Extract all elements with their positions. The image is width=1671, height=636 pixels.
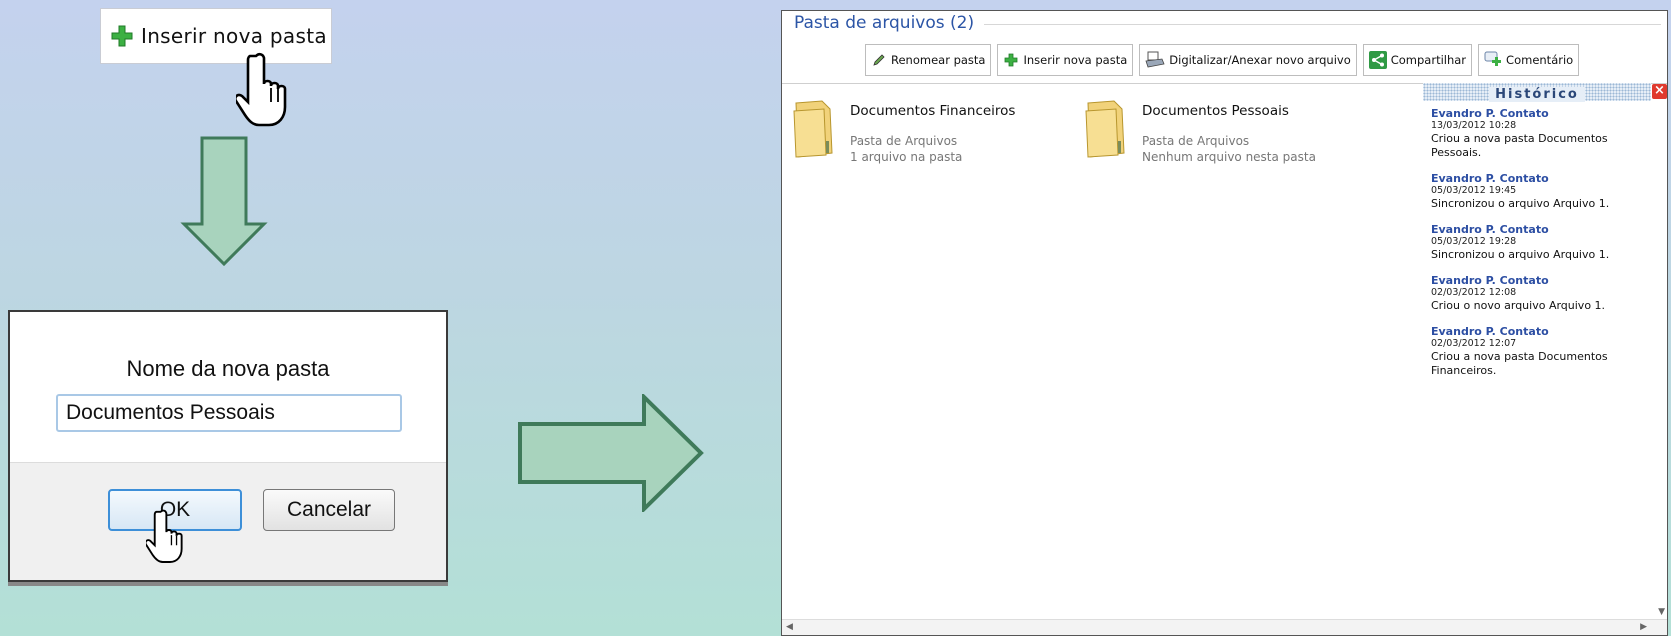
history-entry: Evandro P. Contato 02/03/2012 12:07 Crio… — [1431, 325, 1651, 378]
history-text: Sincronizou o arquivo Arquivo 1. — [1431, 197, 1610, 210]
scanner-icon — [1145, 51, 1165, 68]
folder-type: Pasta de Arquivos — [850, 134, 958, 148]
history-text: Criou a nova pasta Documentos Financeiro… — [1431, 350, 1608, 377]
pencil-icon — [873, 54, 885, 66]
toolbar-label: Comentário — [1506, 53, 1574, 67]
share-button[interactable]: Compartilhar — [1362, 44, 1473, 76]
cancel-button[interactable]: Cancelar — [263, 489, 395, 531]
folder-count: Nenhum arquivo nesta pasta — [1142, 150, 1316, 164]
folder-icon — [1085, 100, 1125, 158]
history-user[interactable]: Evandro P. Contato — [1431, 107, 1651, 120]
folder-name-input[interactable] — [56, 394, 402, 432]
folder-item[interactable]: Documentos Financeiros Pasta de Arquivos… — [792, 99, 1015, 165]
dialog-title: Nome da nova pasta — [126, 356, 330, 381]
history-text: Criou a nova pasta Documentos Pessoais. — [1431, 132, 1608, 159]
history-date: 05/03/2012 19:45 — [1431, 185, 1517, 196]
history-list: Evandro P. Contato 13/03/2012 10:28 Crio… — [1423, 101, 1651, 378]
history-entry: Evandro P. Contato 05/03/2012 19:45 Sinc… — [1431, 172, 1651, 211]
comment-icon — [1484, 51, 1502, 66]
folder-item[interactable]: Documentos Pessoais Pasta de Arquivos Ne… — [1084, 99, 1316, 165]
history-date: 02/03/2012 12:08 — [1431, 287, 1517, 298]
history-text: Sincronizou o arquivo Arquivo 1. — [1431, 248, 1610, 261]
hand-cursor-icon — [146, 508, 194, 568]
scroll-down-arrow-icon[interactable]: ▼ — [1658, 607, 1665, 617]
folder-icon — [793, 100, 833, 158]
toolbar-label: Digitalizar/Anexar novo arquivo — [1169, 53, 1351, 67]
plus-icon — [1005, 53, 1018, 67]
rename-folder-button[interactable]: Renomear pasta — [865, 44, 992, 76]
file-folder-panel: Pasta de arquivos (2) Renomear pasta Ins… — [781, 10, 1668, 636]
history-text: Criou o novo arquivo Arquivo 1. — [1431, 299, 1606, 312]
history-title: Histórico — [1489, 87, 1585, 102]
folder-count: 1 arquivo na pasta — [850, 150, 963, 164]
dialog-footer: OK Cancelar — [10, 462, 446, 580]
toolbar-label: Inserir nova pasta — [1023, 53, 1128, 67]
folder-toolbar: Renomear pasta Inserir nova pasta Digita… — [865, 44, 1580, 76]
history-entry: Evandro P. Contato 13/03/2012 10:28 Crio… — [1431, 107, 1651, 160]
folder-type: Pasta de Arquivos — [1142, 134, 1250, 148]
folder-name: Documentos Financeiros — [850, 103, 1016, 119]
plus-icon — [111, 25, 133, 47]
panel-title: Pasta de arquivos (2) — [794, 13, 985, 33]
history-sidebar: Histórico × Evandro P. Contato 13/03/201… — [1423, 83, 1667, 390]
history-date: 13/03/2012 10:28 — [1431, 120, 1517, 131]
share-icon — [1368, 51, 1387, 69]
history-date: 05/03/2012 19:28 — [1431, 236, 1517, 247]
history-date: 02/03/2012 12:07 — [1431, 338, 1517, 349]
history-entry: Evandro P. Contato 05/03/2012 19:28 Sinc… — [1431, 223, 1651, 262]
close-icon[interactable]: × — [1652, 84, 1667, 99]
comment-button[interactable]: Comentário — [1478, 44, 1580, 76]
toolbar-label: Renomear pasta — [891, 53, 986, 67]
toolbar-label: Compartilhar — [1390, 53, 1467, 67]
title-divider — [982, 24, 1661, 25]
down-arrow-icon — [180, 136, 268, 266]
history-user[interactable]: Evandro P. Contato — [1431, 274, 1651, 287]
history-header: Histórico × — [1423, 83, 1667, 102]
history-user[interactable]: Evandro P. Contato — [1431, 223, 1651, 236]
horizontal-scrollbar[interactable]: ◀ ▶ — [782, 619, 1667, 635]
scroll-left-arrow-icon[interactable]: ◀ — [786, 622, 793, 632]
scan-attach-button[interactable]: Digitalizar/Anexar novo arquivo — [1139, 44, 1357, 76]
history-user[interactable]: Evandro P. Contato — [1431, 172, 1651, 185]
insert-folder-label: Inserir nova pasta — [141, 24, 327, 48]
folder-name: Documentos Pessoais — [1142, 103, 1289, 119]
history-user[interactable]: Evandro P. Contato — [1431, 325, 1651, 338]
right-arrow-icon — [518, 394, 704, 512]
insert-folder-button[interactable]: Inserir nova pasta — [997, 44, 1134, 76]
new-folder-dialog: Nome da nova pasta OK Cancelar — [8, 310, 448, 582]
history-entry: Evandro P. Contato 02/03/2012 12:08 Crio… — [1431, 274, 1651, 313]
hand-cursor-icon — [236, 52, 302, 132]
scroll-right-arrow-icon[interactable]: ▶ — [1640, 622, 1647, 632]
